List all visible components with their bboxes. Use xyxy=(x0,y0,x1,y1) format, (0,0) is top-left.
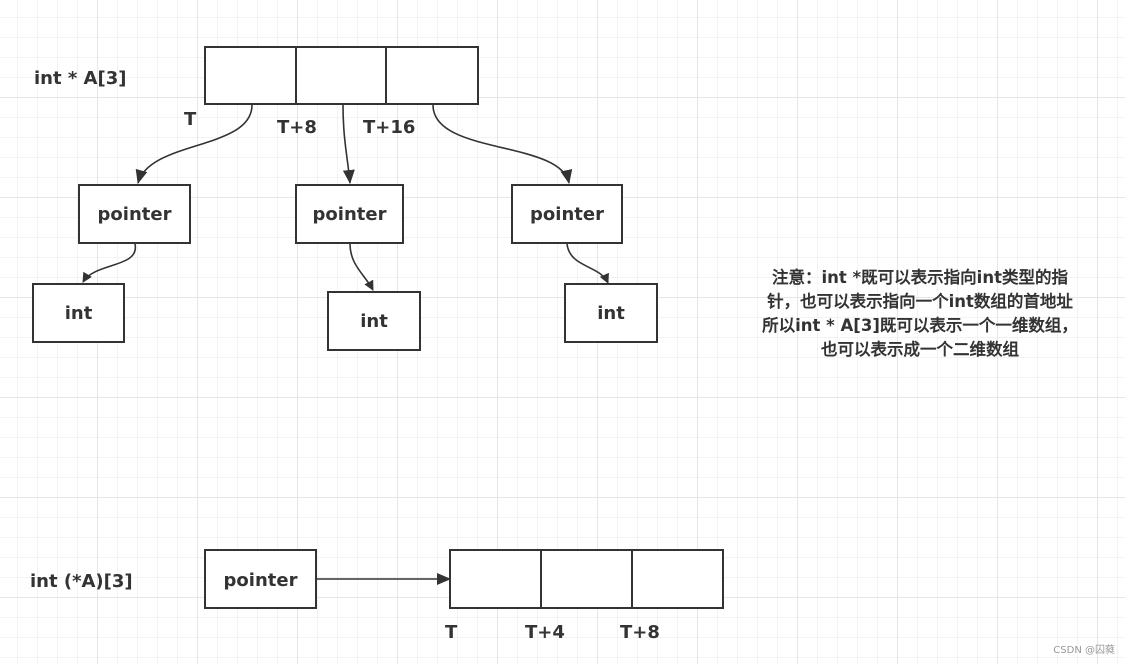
edge-cell2-to-pointer xyxy=(432,104,573,184)
int-array-cell-0[interactable] xyxy=(450,550,541,608)
edge-cell1-to-pointer xyxy=(342,104,355,184)
int-node-label: int xyxy=(360,311,388,332)
pointer-array xyxy=(204,46,479,105)
note-line: 也可以表示成一个二维数组 xyxy=(821,340,1019,359)
int-node[interactable]: int xyxy=(327,291,421,351)
pointer-node[interactable]: pointer xyxy=(78,184,191,244)
pointer-node-label: pointer xyxy=(313,204,387,225)
pointer-node[interactable]: pointer xyxy=(295,184,404,244)
edge-pointer1-to-int xyxy=(349,243,374,291)
watermark: CSDN @囚蕤 xyxy=(1053,645,1115,656)
bottom-address-label-t-plus-4: T+4 xyxy=(525,622,565,643)
bottom-address-label-t-plus-8: T+8 xyxy=(620,622,660,643)
pointer-node-label: pointer xyxy=(530,204,604,225)
bottom-declaration-label: int (*A)[3] xyxy=(30,571,133,592)
array-cell-1[interactable] xyxy=(296,47,386,104)
bottom-address-label-t: T xyxy=(445,622,458,643)
note-line: 注意：int *既可以表示指向int类型的指 xyxy=(772,268,1068,287)
note-line: 针，也可以表示指向一个int数组的首地址 xyxy=(767,292,1073,311)
int-node-label: int xyxy=(65,303,93,324)
address-label-t-plus-16: T+16 xyxy=(363,117,415,138)
array-cell-2[interactable] xyxy=(386,47,478,104)
note-line: 所以int * A[3]既可以表示一个一维数组， xyxy=(762,316,1078,335)
edge-pointer2-to-int xyxy=(566,243,609,284)
int-array-cell-2[interactable] xyxy=(632,550,723,608)
top-declaration-label: int * A[3] xyxy=(34,68,126,89)
int-node[interactable]: int xyxy=(32,283,125,343)
pointer-node[interactable]: pointer xyxy=(511,184,623,244)
array-cell-0[interactable] xyxy=(205,47,296,104)
edge-pointer0-to-int xyxy=(82,243,136,283)
address-label-t-plus-8: T+8 xyxy=(277,117,317,138)
array-pointer-node-label: pointer xyxy=(224,570,298,591)
int-array xyxy=(449,549,724,609)
pointer-node-label: pointer xyxy=(98,204,172,225)
explanation-note: 注意：int *既可以表示指向int类型的指 针，也可以表示指向一个int数组的… xyxy=(730,266,1110,362)
int-node-label: int xyxy=(597,303,625,324)
int-array-cell-1[interactable] xyxy=(541,550,632,608)
array-pointer-node[interactable]: pointer xyxy=(204,549,317,609)
address-label-t: T xyxy=(184,109,197,130)
int-node[interactable]: int xyxy=(564,283,658,343)
